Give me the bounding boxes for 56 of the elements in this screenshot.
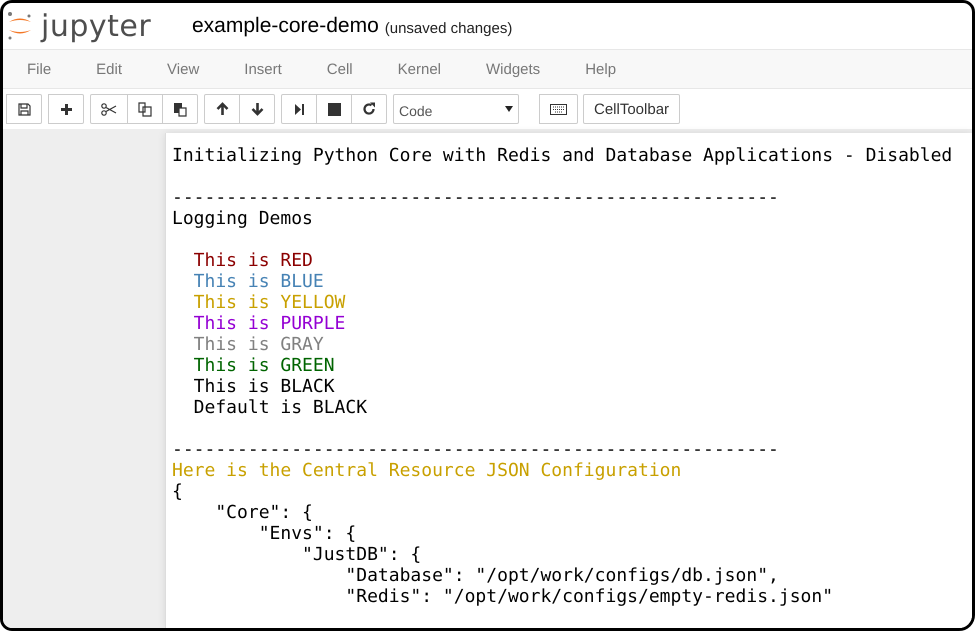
logo-text: jupyter	[41, 8, 152, 44]
output-line: Default is BLACK	[192, 397, 368, 418]
dropdown-caret-icon	[505, 106, 513, 112]
restart-icon	[362, 102, 376, 116]
menu-item[interactable]: Insert	[244, 60, 282, 78]
skip-forward-icon	[294, 102, 304, 116]
output-line: This is PURPLE	[192, 313, 346, 334]
keyboard-icon	[550, 104, 567, 114]
cell-toolbar-button[interactable]: CellToolbar	[583, 94, 680, 124]
copy-button[interactable]	[127, 94, 163, 124]
save-button[interactable]	[6, 94, 42, 124]
output-line: "Core": {	[214, 502, 313, 523]
menu-item[interactable]: Kernel	[398, 60, 441, 78]
output-line: This is GREEN	[192, 355, 335, 376]
stop-button[interactable]	[316, 94, 352, 124]
menu-item[interactable]: Help	[585, 60, 616, 78]
menu-item[interactable]: Widgets	[486, 60, 540, 78]
output-line: "Envs": {	[258, 523, 356, 544]
output-line: --------------------------------------------------------	[172, 439, 779, 460]
add-button[interactable]	[48, 94, 84, 124]
logo-icon	[7, 11, 33, 41]
notebook-name[interactable]: example-core-demo	[192, 14, 379, 38]
output-line: {	[172, 481, 183, 502]
output-line: This is YELLOW	[192, 292, 346, 313]
output-line: "Database": "/opt/work/configs/db.json",	[344, 565, 779, 586]
paste-button[interactable]	[162, 94, 198, 124]
output-line: This is RED	[192, 250, 313, 271]
menu-item[interactable]: View	[167, 60, 200, 78]
up-button[interactable]	[204, 94, 240, 124]
output-line: Initializing Python Core with Redis and Database Applications - Disabled	[172, 145, 952, 166]
keyboard-button[interactable]	[539, 94, 578, 124]
cut-button[interactable]	[90, 94, 128, 124]
plus-icon	[60, 102, 72, 116]
cell-type-dropdown[interactable]: Code	[393, 94, 519, 124]
output-line: "Redis": "/opt/work/configs/empty-redis.json"	[344, 586, 834, 607]
stop-icon	[328, 102, 340, 116]
down-button[interactable]	[239, 94, 275, 124]
restart-button[interactable]	[351, 94, 387, 124]
arrow-up-icon	[216, 102, 228, 116]
menu-item[interactable]: File	[27, 60, 52, 78]
output-line: This is GRAY	[192, 334, 324, 355]
copy-icon	[138, 102, 152, 116]
output-line: "JustDB": {	[301, 544, 422, 565]
output-line: This is BLUE	[192, 271, 324, 292]
menu-item[interactable]: Cell	[326, 60, 353, 78]
menu-item[interactable]: Edit	[96, 60, 122, 78]
scissors-icon	[101, 102, 117, 116]
arrow-down-icon	[250, 102, 264, 116]
run-button[interactable]	[281, 94, 317, 124]
output-line: --------------------------------------------------------	[172, 187, 779, 208]
paste-icon	[173, 102, 187, 116]
output-line: Here is the Central Resource JSON Configuration	[172, 460, 682, 481]
save-status: (unsaved changes)	[384, 20, 512, 36]
output-line: Logging Demos	[172, 208, 313, 229]
floppy-icon	[18, 102, 30, 116]
output-line: This is BLACK	[192, 376, 335, 397]
